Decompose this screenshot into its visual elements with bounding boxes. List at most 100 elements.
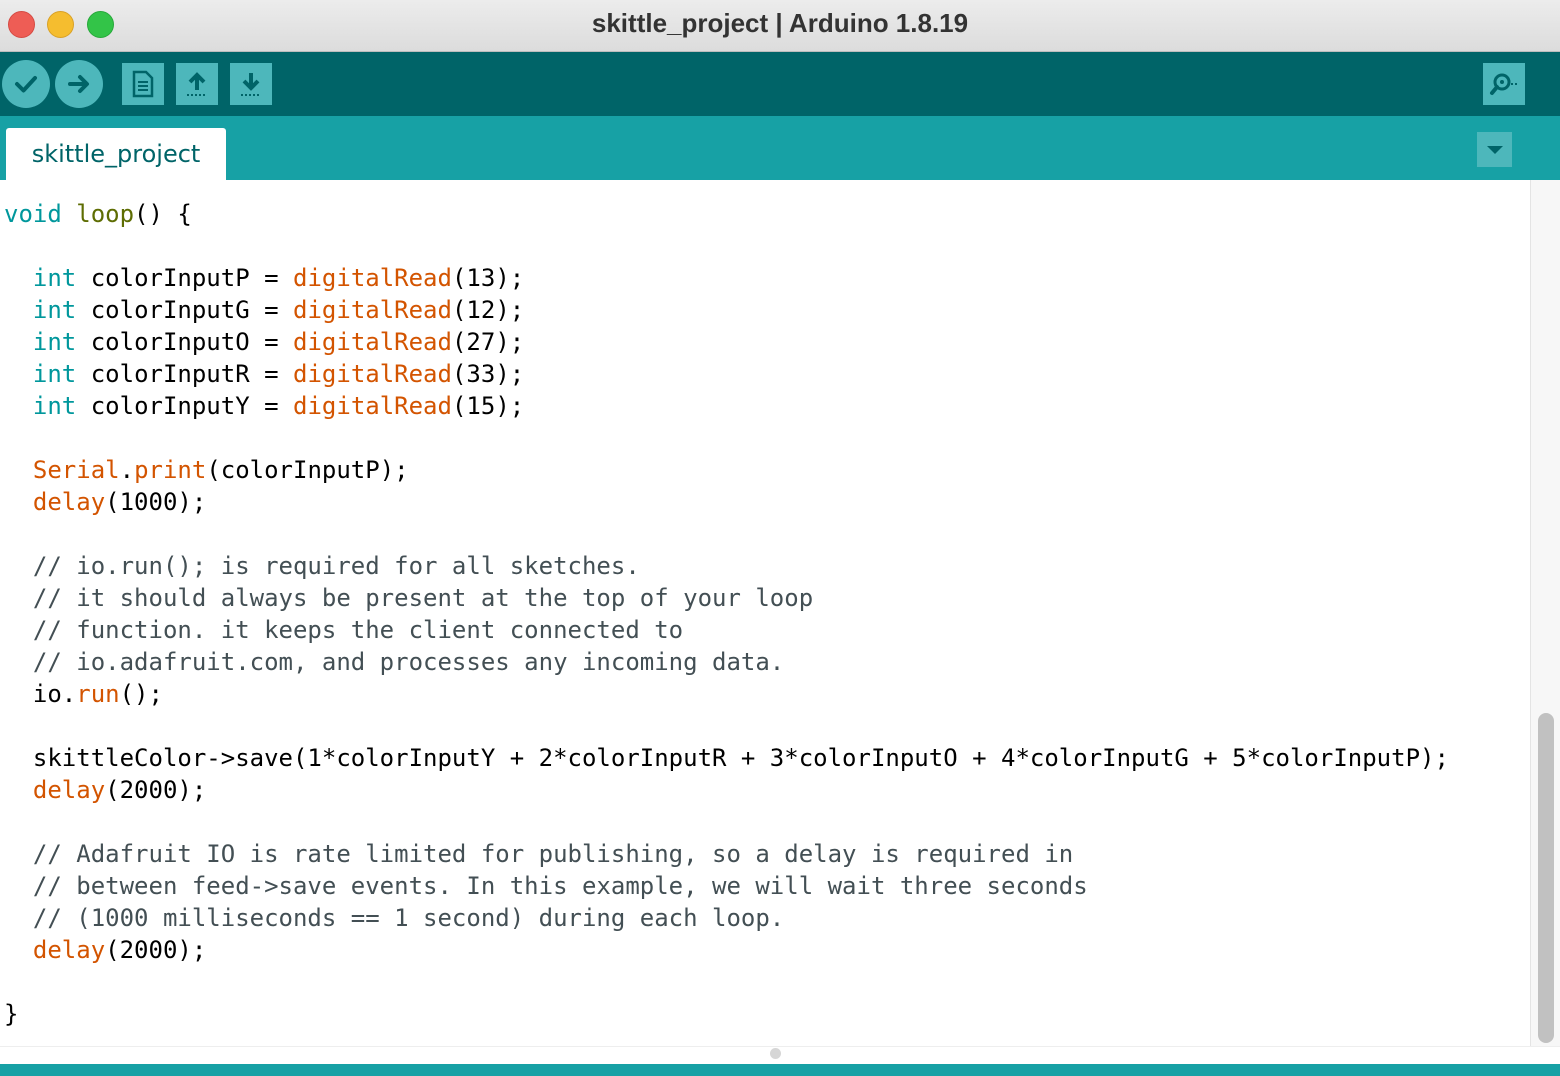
- code-token: int: [32, 360, 77, 388]
- code-token: loop: [76, 200, 135, 228]
- code-line[interactable]: int colorInputR = digitalRead(33);: [4, 358, 1449, 390]
- code-token: (27);: [451, 328, 525, 356]
- code-line[interactable]: int colorInputO = digitalRead(27);: [4, 326, 1449, 358]
- code-token: colorInputR =: [76, 360, 294, 388]
- code-line[interactable]: // io.adafruit.com, and processes any in…: [4, 646, 1449, 678]
- code-line[interactable]: // io.run(); is required for all sketche…: [4, 550, 1449, 582]
- code-line[interactable]: [4, 422, 1449, 454]
- code-line[interactable]: [4, 806, 1449, 838]
- code-token: (33);: [451, 360, 525, 388]
- tab-strip: skittle_project: [0, 116, 1560, 180]
- window-title: skittle_project | Arduino 1.8.19: [591, 8, 969, 38]
- code-token: run: [76, 680, 120, 708]
- code-text[interactable]: void loop() { int colorInputP = digitalR…: [4, 198, 1449, 1030]
- code-line[interactable]: delay(2000);: [4, 774, 1449, 806]
- checkmark-icon: [13, 71, 39, 97]
- code-line[interactable]: [4, 966, 1449, 998]
- code-token: ();: [119, 680, 163, 708]
- code-token: delay: [32, 776, 106, 804]
- code-token: .: [119, 456, 135, 484]
- status-bar: [0, 1064, 1560, 1076]
- code-token: }: [4, 1000, 19, 1028]
- code-line[interactable]: // between feed->save events. In this ex…: [4, 870, 1449, 902]
- serial-monitor-button[interactable]: [1483, 63, 1525, 105]
- code-token: delay: [32, 488, 106, 516]
- code-line[interactable]: void loop() {: [4, 198, 1449, 230]
- arrow-up-icon: [184, 70, 210, 98]
- code-token: digitalRead: [293, 264, 452, 292]
- code-line[interactable]: // function. it keeps the client connect…: [4, 614, 1449, 646]
- code-token: // function. it keeps the client connect…: [4, 616, 684, 644]
- tab-label: skittle_project: [31, 140, 201, 168]
- code-line[interactable]: }: [4, 998, 1449, 1030]
- code-line[interactable]: delay(1000);: [4, 486, 1449, 518]
- resize-handle[interactable]: [770, 1048, 781, 1059]
- scrollbar-thumb[interactable]: [1538, 713, 1554, 1043]
- code-line[interactable]: // it should always be present at the to…: [4, 582, 1449, 614]
- code-token: int: [32, 264, 77, 292]
- title-bar: skittle_project | Arduino 1.8.19: [0, 0, 1560, 52]
- code-token: int: [32, 328, 77, 356]
- code-token: // Adafruit IO is rate limited for publi…: [4, 840, 1074, 868]
- tab-menu-button[interactable]: [1477, 132, 1512, 167]
- code-token: // it should always be present at the to…: [4, 584, 814, 612]
- code-line[interactable]: int colorInputG = digitalRead(12);: [4, 294, 1449, 326]
- code-line[interactable]: [4, 230, 1449, 262]
- code-token: int: [32, 392, 77, 420]
- magnifier-icon: [1489, 70, 1519, 98]
- upload-button[interactable]: [55, 60, 103, 108]
- code-token: Serial: [32, 456, 120, 484]
- code-line[interactable]: Serial.print(colorInputP);: [4, 454, 1449, 486]
- code-token: (1000);: [105, 488, 207, 516]
- code-line[interactable]: [4, 518, 1449, 550]
- code-line[interactable]: skittleColor->save(1*colorInputY + 2*col…: [4, 742, 1449, 774]
- code-line[interactable]: int colorInputY = digitalRead(15);: [4, 390, 1449, 422]
- code-token: // io.run(); is required for all sketche…: [4, 552, 640, 580]
- code-line[interactable]: // Adafruit IO is rate limited for publi…: [4, 838, 1449, 870]
- code-token: io.: [4, 680, 77, 708]
- save-sketch-button[interactable]: [230, 63, 272, 105]
- code-token: (2000);: [105, 936, 207, 964]
- code-token: (colorInputP);: [206, 456, 409, 484]
- code-token: (2000);: [105, 776, 207, 804]
- code-token: // between feed->save events. In this ex…: [4, 872, 1088, 900]
- code-token: colorInputG =: [76, 296, 294, 324]
- code-token: digitalRead: [293, 360, 452, 388]
- tab-skittle-project[interactable]: skittle_project: [6, 128, 226, 180]
- code-token: () {: [134, 200, 192, 228]
- code-token: print: [134, 456, 207, 484]
- verify-button[interactable]: [2, 60, 50, 108]
- code-token: // (1000 milliseconds == 1 second) durin…: [4, 904, 785, 932]
- code-token: digitalRead: [293, 296, 452, 324]
- arrow-down-icon: [238, 70, 264, 98]
- code-token: digitalRead: [293, 392, 452, 420]
- code-editor[interactable]: void loop() { int colorInputP = digitalR…: [0, 180, 1530, 1046]
- open-sketch-button[interactable]: [176, 63, 218, 105]
- triangle-down-icon: [1486, 140, 1504, 159]
- code-token: colorInputO =: [76, 328, 294, 356]
- code-line[interactable]: int colorInputP = digitalRead(13);: [4, 262, 1449, 294]
- new-sketch-button[interactable]: [122, 63, 164, 105]
- code-token: // io.adafruit.com, and processes any in…: [4, 648, 785, 676]
- new-document-icon: [131, 70, 155, 98]
- code-token: delay: [32, 936, 106, 964]
- code-line[interactable]: [4, 710, 1449, 742]
- code-token: colorInputY =: [76, 392, 294, 420]
- code-token: (15);: [451, 392, 525, 420]
- code-line[interactable]: io.run();: [4, 678, 1449, 710]
- code-token: skittleColor->save(1*colorInputY + 2*col…: [4, 744, 1449, 772]
- code-token: void: [4, 200, 62, 228]
- code-line[interactable]: delay(2000);: [4, 934, 1449, 966]
- toolbar: [0, 52, 1560, 116]
- code-line[interactable]: // (1000 milliseconds == 1 second) durin…: [4, 902, 1449, 934]
